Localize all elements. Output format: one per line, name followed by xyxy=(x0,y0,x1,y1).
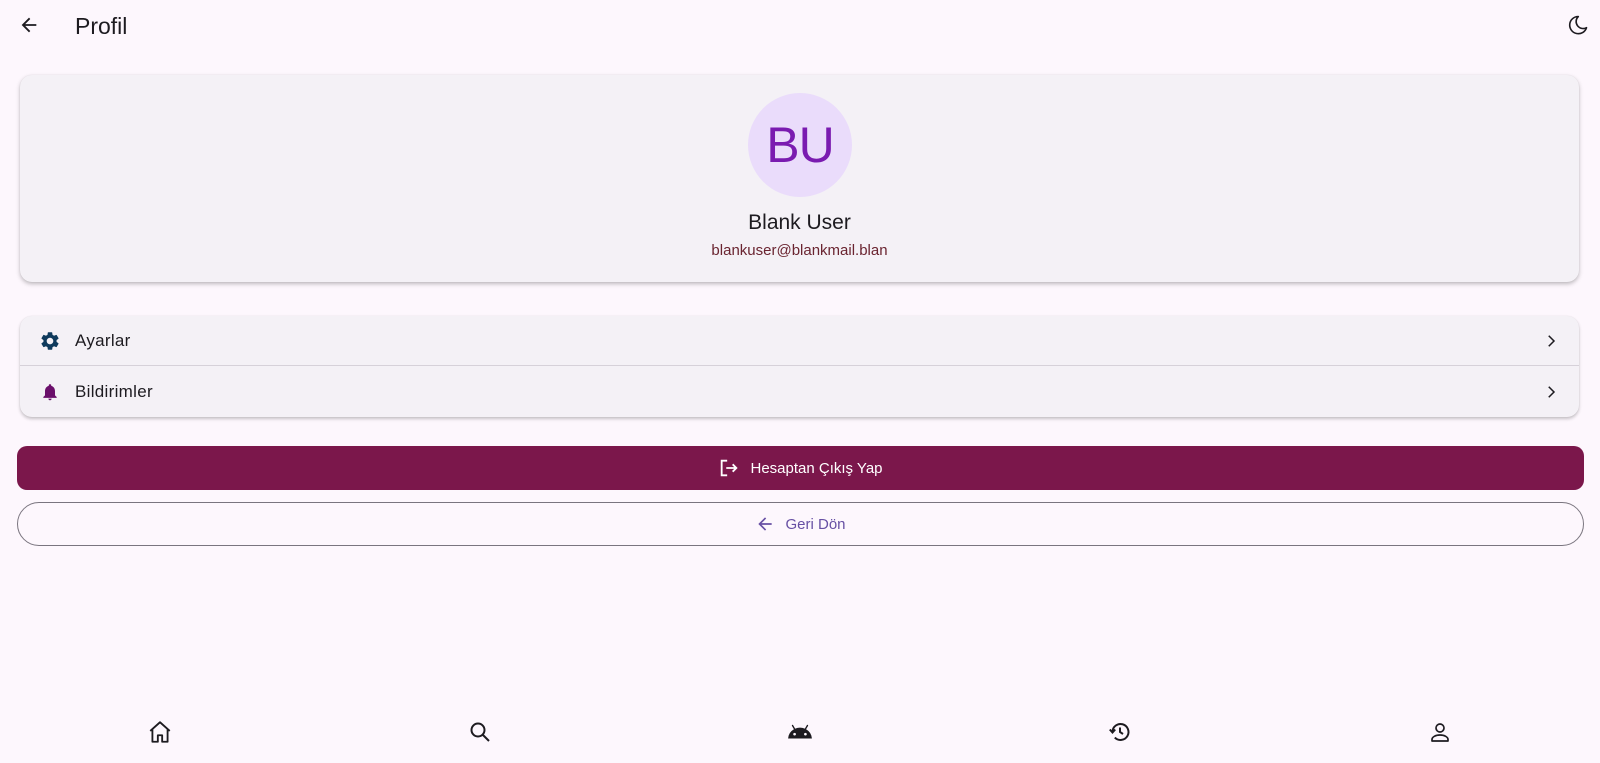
history-icon xyxy=(1108,720,1132,749)
profile-card: BU Blank User blankuser@blankmail.blan xyxy=(20,75,1579,282)
logout-icon xyxy=(718,457,740,479)
bottom-navigation xyxy=(0,700,1600,763)
bell-icon xyxy=(38,380,62,404)
user-email: blankuser@blankmail.blan xyxy=(711,242,888,259)
avatar-initials: BU xyxy=(766,117,834,173)
nav-profile[interactable] xyxy=(1422,716,1458,752)
arrow-left-icon xyxy=(18,14,40,41)
moon-icon xyxy=(1566,13,1590,42)
nav-search[interactable] xyxy=(462,716,498,752)
chevron-right-icon xyxy=(1541,382,1561,402)
logout-label: Hesaptan Çıkış Yap xyxy=(750,459,883,477)
android-icon xyxy=(787,719,813,750)
nav-history[interactable] xyxy=(1102,716,1138,752)
chevron-right-icon xyxy=(1541,331,1561,351)
back-button[interactable] xyxy=(9,7,49,47)
search-icon xyxy=(468,720,492,749)
go-back-button[interactable]: Geri Dön xyxy=(17,502,1584,546)
user-name: Blank User xyxy=(748,211,851,234)
menu-item-settings[interactable]: Ayarlar xyxy=(20,316,1579,366)
gear-icon xyxy=(38,329,62,353)
menu-item-label: Bildirimler xyxy=(75,382,153,401)
arrow-left-icon xyxy=(755,514,775,534)
logout-button[interactable]: Hesaptan Çıkış Yap xyxy=(17,446,1584,490)
menu-item-notifications[interactable]: Bildirimler xyxy=(20,367,1579,417)
home-icon xyxy=(147,719,173,750)
person-icon xyxy=(1428,720,1452,749)
theme-toggle-button[interactable] xyxy=(1558,7,1598,47)
page-title: Profil xyxy=(75,13,128,39)
nav-android[interactable] xyxy=(782,716,818,752)
app-bar: Profil xyxy=(0,0,1600,56)
settings-menu: Ayarlar Bildirimler xyxy=(20,316,1579,417)
avatar: BU xyxy=(748,93,852,197)
menu-item-label: Ayarlar xyxy=(75,330,131,350)
nav-home[interactable] xyxy=(142,716,178,752)
go-back-label: Geri Dön xyxy=(785,515,846,533)
